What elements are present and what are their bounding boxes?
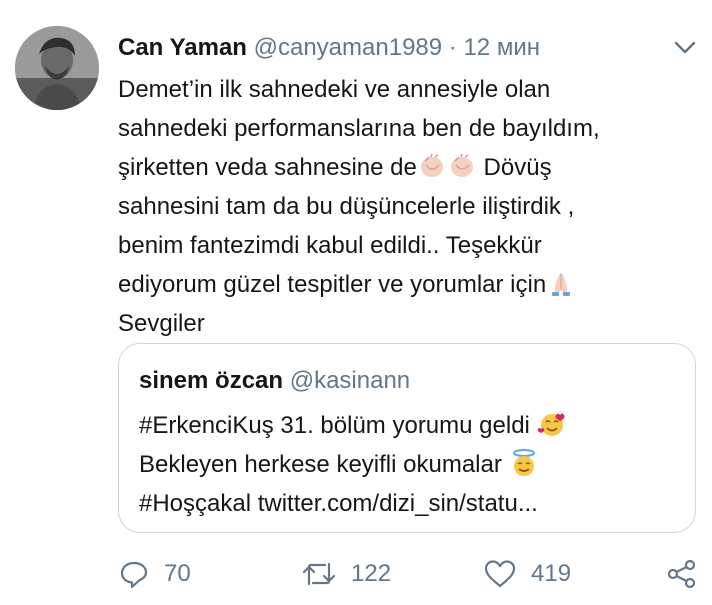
tweet-text: Demet’in ilk sahnedeki ve annesiyle olan… xyxy=(118,70,678,343)
tweet-line: Sevgiler xyxy=(118,310,205,337)
tweet-actions: 70 122 419 xyxy=(118,556,708,596)
tweet-line: ediyorum güzel tespitler ve yorumlar içi… xyxy=(118,271,547,298)
quoted-text: #ErkenciKuş 31. bölüm yorumu geldi Bekle… xyxy=(139,406,679,523)
chevron-down-icon[interactable] xyxy=(672,38,698,58)
share-icon xyxy=(667,559,696,589)
quoted-header: sinem özcan @kasinann xyxy=(139,366,410,396)
reply-button[interactable]: 70 xyxy=(118,556,191,592)
tweet-time[interactable]: 12 мин xyxy=(463,34,540,61)
share-button[interactable] xyxy=(666,556,698,592)
like-button[interactable]: 419 xyxy=(483,556,571,592)
author-handle[interactable]: @canyaman1989 xyxy=(254,34,442,61)
reply-icon xyxy=(120,561,148,589)
clapping-hands-emoji xyxy=(447,151,477,181)
heart-icon xyxy=(484,560,516,588)
smiling-face-with-halo-emoji xyxy=(509,448,539,478)
retweet-button[interactable]: 122 xyxy=(301,556,391,592)
quoted-line: #ErkenciKuş 31. bölüm yorumu geldi xyxy=(139,412,530,439)
tweet-line: şirketten veda sahnesine de xyxy=(118,154,417,181)
retweet-count: 122 xyxy=(351,560,392,587)
separator-dot: · xyxy=(448,34,457,61)
tweet-line: benim fantezimdi kabul edildi.. Teşekkür xyxy=(118,232,542,259)
tweet-line: sahnedeki performanslarına ben de bayıld… xyxy=(118,115,600,142)
quoted-tweet[interactable]: sinem özcan @kasinann #ErkenciKuş 31. bö… xyxy=(118,343,696,533)
author-name[interactable]: Can Yaman xyxy=(118,34,247,61)
retweet-icon xyxy=(302,562,336,586)
tweet-line: Demet’in ilk sahnedeki ve annesiyle olan xyxy=(118,76,551,103)
quoted-line: Bekleyen herkese keyifli okumalar xyxy=(139,451,502,478)
tweet-card[interactable]: Can Yaman @canyaman1989 · 12 мин Demet’i… xyxy=(0,0,712,605)
tweet-line: sahnesini tam da bu düşüncelerle iliştir… xyxy=(118,193,575,220)
quoted-author-name: sinem özcan xyxy=(139,367,284,394)
reply-count: 70 xyxy=(164,560,191,587)
quoted-author-handle: @kasinann xyxy=(289,367,411,394)
tweet-line: Dövüş xyxy=(483,154,552,181)
smiling-face-with-hearts-emoji xyxy=(537,409,567,439)
clapping-hands-emoji xyxy=(417,151,447,181)
folded-hands-emoji xyxy=(546,268,576,298)
like-count: 419 xyxy=(531,560,572,587)
avatar[interactable] xyxy=(15,26,99,110)
quoted-line: #Hoşçakal twitter.com/dizi_sin/statu... xyxy=(139,490,538,517)
tweet-header: Can Yaman @canyaman1989 · 12 мин xyxy=(118,33,540,63)
